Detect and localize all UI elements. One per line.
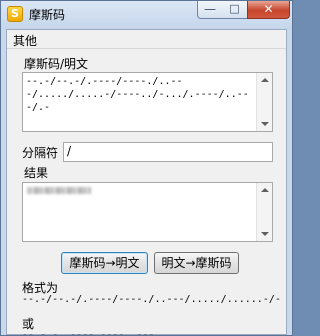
title-bar[interactable]: S 摩斯码 — □ ✕	[1, 1, 292, 29]
scroll-up-arrow-icon[interactable]	[261, 78, 269, 82]
morse-text-input[interactable]: --.-/--.-/.----/----./..---/...../.....-…	[22, 72, 273, 132]
scroll-down-arrow-icon[interactable]	[261, 232, 269, 236]
menu-bar: 其他	[7, 30, 286, 49]
menu-item-other[interactable]: 其他	[13, 32, 37, 49]
app-window: S 摩斯码 — □ ✕ 其他 摩斯码/明文 --.-/--.-/.----/--…	[0, 0, 293, 336]
result-label: 结果	[24, 166, 49, 180]
morse-text-label: 摩斯码/明文	[24, 57, 89, 71]
client-area: 其他 摩斯码/明文 --.-/--.-/.----/----./..---/..…	[6, 29, 287, 335]
separator-input[interactable]: /	[63, 142, 273, 162]
morse-to-text-button[interactable]: 摩斯码→明文	[61, 252, 148, 274]
close-icon: ✕	[263, 2, 274, 16]
minimize-button[interactable]: —	[197, 1, 223, 19]
scroll-up-arrow-icon[interactable]	[261, 188, 269, 192]
result-scrollbar[interactable]	[256, 183, 272, 241]
app-icon: S	[7, 6, 23, 22]
text-to-morse-button[interactable]: 明文→摩斯码	[154, 252, 239, 274]
maximize-icon: □	[229, 2, 240, 15]
separator-label: 分隔符	[22, 146, 59, 160]
scroll-down-arrow-icon[interactable]	[261, 122, 269, 126]
morse-text-value: --.-/--.-/.----/----./..---/...../.....-…	[26, 76, 249, 113]
window-title: 摩斯码	[29, 8, 66, 22]
close-button[interactable]: ✕	[247, 1, 290, 19]
format-example-2: --.-.-..----.----..---	[22, 330, 155, 336]
minimize-icon: —	[204, 2, 216, 16]
result-output[interactable]	[22, 182, 273, 242]
morse-text-scrollbar[interactable]	[256, 73, 272, 131]
result-blurred-text	[27, 187, 91, 194]
maximize-button[interactable]: □	[222, 1, 248, 19]
format-example-1: --.-/--.-/.----/----./..---/...../......…	[22, 294, 281, 305]
